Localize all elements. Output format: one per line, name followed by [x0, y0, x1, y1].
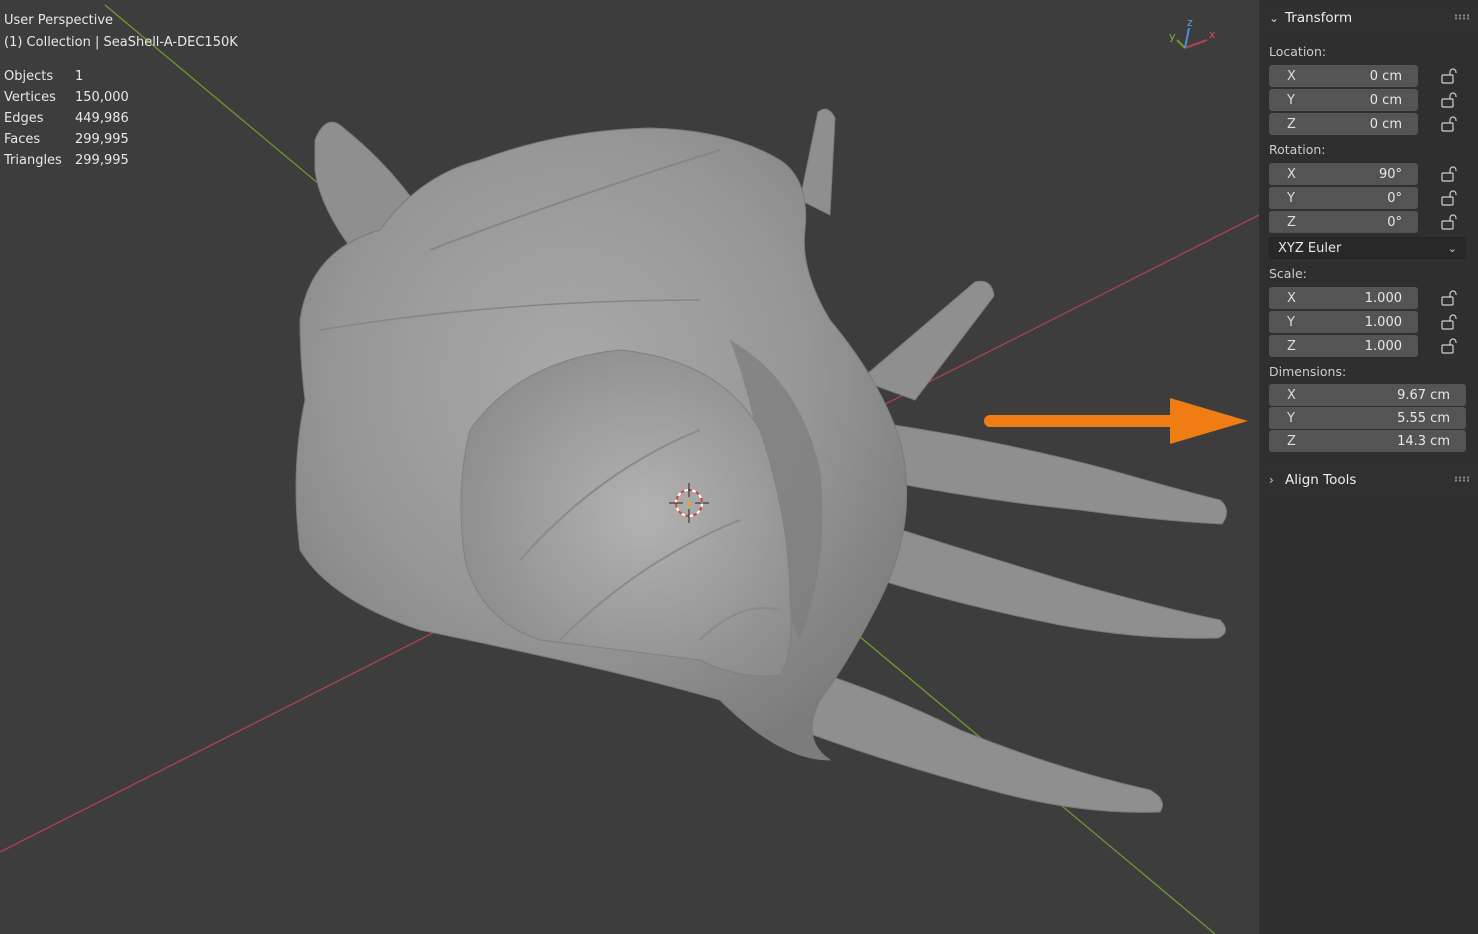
unlock-icon[interactable] — [1440, 290, 1458, 306]
field-value: 1.000 — [1364, 290, 1402, 306]
field-value: 0° — [1387, 214, 1402, 230]
unlock-icon[interactable] — [1440, 116, 1458, 132]
axis-label: Z — [1287, 433, 1296, 449]
rotation-label: Rotation: — [1269, 142, 1326, 157]
gizmo-y-label: y — [1169, 30, 1176, 43]
location-z-field[interactable]: Z 0 cm — [1269, 113, 1418, 135]
scale-z-field[interactable]: Z 1.000 — [1269, 335, 1418, 357]
axis-label: Z — [1287, 338, 1296, 354]
field-value: 0 cm — [1369, 116, 1402, 132]
align-tools-title: Align Tools — [1285, 472, 1357, 488]
axis-label: X — [1287, 387, 1296, 403]
field-value: 5.55 cm — [1397, 410, 1450, 426]
axis-label: Z — [1287, 116, 1296, 132]
scale-y-field[interactable]: Y 1.000 — [1269, 311, 1418, 333]
field-value: 14.3 cm — [1397, 433, 1450, 449]
scale-x-field[interactable]: X 1.000 — [1269, 287, 1418, 309]
highlight-arrow — [984, 398, 1248, 444]
field-value: 1.000 — [1364, 338, 1402, 354]
stat-value: 299,995 — [75, 153, 129, 168]
axis-label: Z — [1287, 214, 1296, 230]
rotation-y-field[interactable]: Y 0° — [1269, 187, 1418, 209]
field-value: 0 cm — [1369, 68, 1402, 84]
viewport-scene — [0, 4, 1260, 934]
align-tools-panel-header[interactable]: › Align Tools — [1259, 465, 1478, 495]
axis-label: Y — [1287, 190, 1295, 206]
unlock-icon[interactable] — [1440, 338, 1458, 354]
gizmo-x-label: x — [1209, 28, 1216, 41]
chevron-down-icon: ⌄ — [1269, 11, 1280, 25]
stat-value: 1 — [75, 69, 84, 84]
stat-row: Triangles 299,995 — [4, 150, 155, 171]
scale-label: Scale: — [1269, 266, 1307, 281]
stat-row: Objects 1 — [4, 66, 155, 87]
rotation-x-field[interactable]: X 90° — [1269, 163, 1418, 185]
axis-label: Y — [1287, 314, 1295, 330]
stat-label: Vertices — [4, 90, 56, 105]
drag-grip-icon[interactable] — [1454, 476, 1470, 482]
stat-label: Objects — [4, 69, 54, 84]
viewport-info: User Perspective (1) Collection | SeaShe… — [4, 10, 238, 54]
scene-statistics: Objects 1 Vertices 150,000 Edges 449,986 Fa… — [4, 66, 155, 171]
field-value: 0° — [1387, 190, 1402, 206]
stat-label: Faces — [4, 132, 41, 147]
dimensions-y-field[interactable]: Y 5.55 cm — [1269, 407, 1466, 429]
stat-value: 150,000 — [75, 90, 129, 105]
axis-label: X — [1287, 68, 1296, 84]
field-value: 90° — [1378, 166, 1402, 182]
collection-line: (1) Collection | SeaShell-A-DEC150K — [4, 35, 238, 50]
field-value: 0 cm — [1369, 92, 1402, 108]
axis-label: Y — [1287, 410, 1295, 426]
field-value: 9.67 cm — [1397, 387, 1450, 403]
gizmo-z-label: z — [1187, 16, 1193, 29]
stat-label: Triangles — [4, 153, 62, 168]
axis-label: X — [1287, 166, 1296, 182]
unlock-icon[interactable] — [1440, 190, 1458, 206]
view-name: User Perspective — [4, 13, 114, 28]
dimensions-x-field[interactable]: X 9.67 cm — [1269, 384, 1466, 406]
stat-row: Edges 449,986 — [4, 108, 155, 129]
stat-value: 449,986 — [75, 111, 129, 126]
axis-label: Y — [1287, 92, 1295, 108]
stat-row: Faces 299,995 — [4, 129, 155, 150]
field-value: 1.000 — [1364, 314, 1402, 330]
unlock-icon[interactable] — [1440, 166, 1458, 182]
location-label: Location: — [1269, 44, 1327, 59]
chevron-down-icon: ⌄ — [1447, 241, 1457, 255]
stat-label: Edges — [4, 111, 44, 126]
stat-value: 299,995 — [75, 132, 129, 147]
stat-row: Vertices 150,000 — [4, 87, 155, 108]
location-y-field[interactable]: Y 0 cm — [1269, 89, 1418, 111]
transform-title: Transform — [1285, 10, 1353, 26]
3d-viewport[interactable]: User Perspective (1) Collection | SeaShe… — [0, 0, 1478, 934]
unlock-icon[interactable] — [1440, 214, 1458, 230]
unlock-icon[interactable] — [1440, 68, 1458, 84]
transform-panel-header[interactable]: ⌄ Transform — [1259, 3, 1478, 33]
unlock-icon[interactable] — [1440, 92, 1458, 108]
sidebar-panel: ⌄ Transform Location: X0 cm Y0 cm Z0 cm … — [1259, 0, 1478, 934]
drag-grip-icon[interactable] — [1454, 14, 1470, 20]
rotation-mode-value: XYZ Euler — [1278, 240, 1342, 256]
rotation-z-field[interactable]: Z 0° — [1269, 211, 1418, 233]
dimensions-z-field[interactable]: Z 14.3 cm — [1269, 430, 1466, 452]
axis-label: X — [1287, 290, 1296, 306]
location-x-field[interactable]: X 0 cm — [1269, 65, 1418, 87]
chevron-right-icon: › — [1269, 473, 1274, 487]
unlock-icon[interactable] — [1440, 314, 1458, 330]
dimensions-label: Dimensions: — [1269, 364, 1347, 379]
navigation-gizmo[interactable]: x y z — [1163, 14, 1223, 56]
rotation-mode-select[interactable]: XYZ Euler ⌄ — [1269, 237, 1466, 259]
